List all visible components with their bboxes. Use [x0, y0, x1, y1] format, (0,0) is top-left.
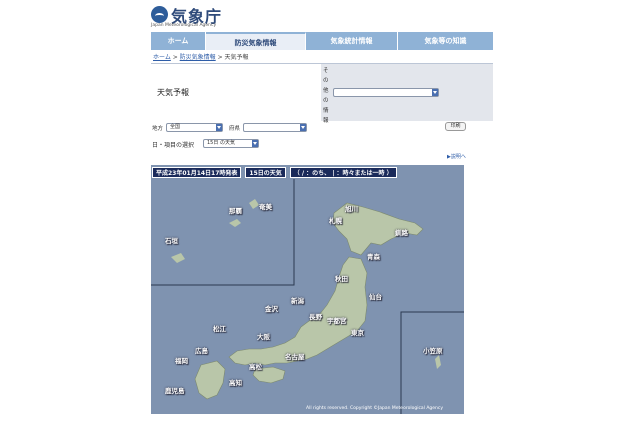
other-info-select[interactable] [333, 88, 439, 97]
breadcrumb-current: 天気予報 [224, 54, 249, 61]
city-label: 福岡 [175, 357, 188, 365]
jma-logo-icon[interactable] [151, 6, 168, 23]
weather-map: 那覇 奄美 石垣 旭川 札幌 釧路 青森 秋田 仙台 新潟 金沢 長野 宇都宮 … [151, 165, 464, 414]
chevron-down-icon [432, 89, 438, 96]
symbol-legend: （ / ：のち、 | ：時々または一時 ） [289, 167, 397, 178]
city-label: 名古屋 [285, 353, 305, 361]
other-info-label: その他の情報 [323, 68, 329, 124]
region-select[interactable]: 全国 [166, 123, 223, 132]
city-label: 金沢 [265, 305, 278, 313]
breadcrumb: ホーム > 防災気象情報 > 天気予報 [153, 52, 249, 61]
city-label: 小笠原 [423, 347, 443, 355]
japan-map-svg [151, 179, 464, 414]
forecast-day: 15日の天気 [245, 167, 286, 178]
breadcrumb-home[interactable]: ホーム [153, 54, 171, 61]
city-label: 旭川 [345, 205, 358, 213]
city-label: 札幌 [329, 217, 342, 225]
city-label: 那覇 [229, 207, 242, 215]
ishigaki-island [171, 253, 185, 263]
site-logo-subtitle: Japan Meteorological Agency [151, 23, 217, 28]
city-label: 東京 [351, 329, 364, 337]
tab-disaster-info[interactable]: 防災気象情報 [206, 32, 306, 50]
city-label: 松江 [213, 325, 226, 333]
chevron-down-icon [252, 140, 258, 147]
city-label: 仙台 [369, 293, 382, 301]
city-label: 高知 [229, 379, 242, 387]
ogasawara-island [435, 355, 441, 369]
copyright-text: All rights reserved. Copyright ©Japan Me… [306, 406, 444, 411]
issued-time: 平成23年01月14日17時発表 [152, 167, 242, 178]
amami-island [249, 199, 259, 209]
day-item-label: 日・項目の選択 [152, 142, 195, 149]
city-label: 大阪 [257, 333, 270, 341]
prefecture-label: 府県 [229, 126, 241, 132]
print-button[interactable]: 印刷 [445, 122, 466, 131]
city-label: 奄美 [259, 203, 272, 211]
city-label: 宇都宮 [327, 317, 347, 325]
tab-knowledge[interactable]: 気象等の知識 [398, 32, 493, 50]
page-title: 天気予報 [157, 88, 189, 97]
breadcrumb-separator: > [170, 54, 180, 61]
kyushu-landmass [194, 360, 226, 400]
chevron-down-icon [216, 124, 222, 131]
city-label: 釧路 [395, 229, 408, 237]
okinawa-inset-border [151, 179, 295, 286]
main-nav: ホーム 防災気象情報 気象統計情報 気象等の知識 [151, 32, 493, 50]
city-label: 秋田 [335, 275, 348, 283]
tab-statistics[interactable]: 気象統計情報 [306, 32, 398, 50]
breadcrumb-disaster-info[interactable]: 防災気象情報 [180, 54, 216, 61]
city-label: 石垣 [165, 237, 178, 245]
city-label: 鹿児島 [165, 387, 185, 395]
prefecture-select[interactable] [243, 123, 307, 132]
city-label: 青森 [367, 253, 380, 261]
day-item-select[interactable]: 15日 の天気 [203, 139, 259, 148]
region-select-value: 全国 [170, 124, 181, 130]
ogasawara-inset-border [400, 311, 464, 414]
map-info-bar: 平成23年01月14日17時発表 15日の天気 （ / ：のち、 | ：時々また… [152, 167, 401, 178]
okinawa-island [229, 219, 241, 227]
city-label: 長野 [309, 313, 322, 321]
tab-home[interactable]: ホーム [151, 32, 206, 50]
city-label: 広島 [195, 347, 208, 355]
city-label: 高松 [249, 363, 262, 371]
day-item-select-value: 15日 の天気 [207, 140, 235, 146]
breadcrumb-separator: > [215, 54, 225, 61]
help-link[interactable]: ▶説明へ [447, 153, 466, 160]
city-label: 新潟 [291, 297, 304, 305]
chevron-down-icon [300, 124, 306, 131]
region-label: 地方 [152, 126, 164, 132]
